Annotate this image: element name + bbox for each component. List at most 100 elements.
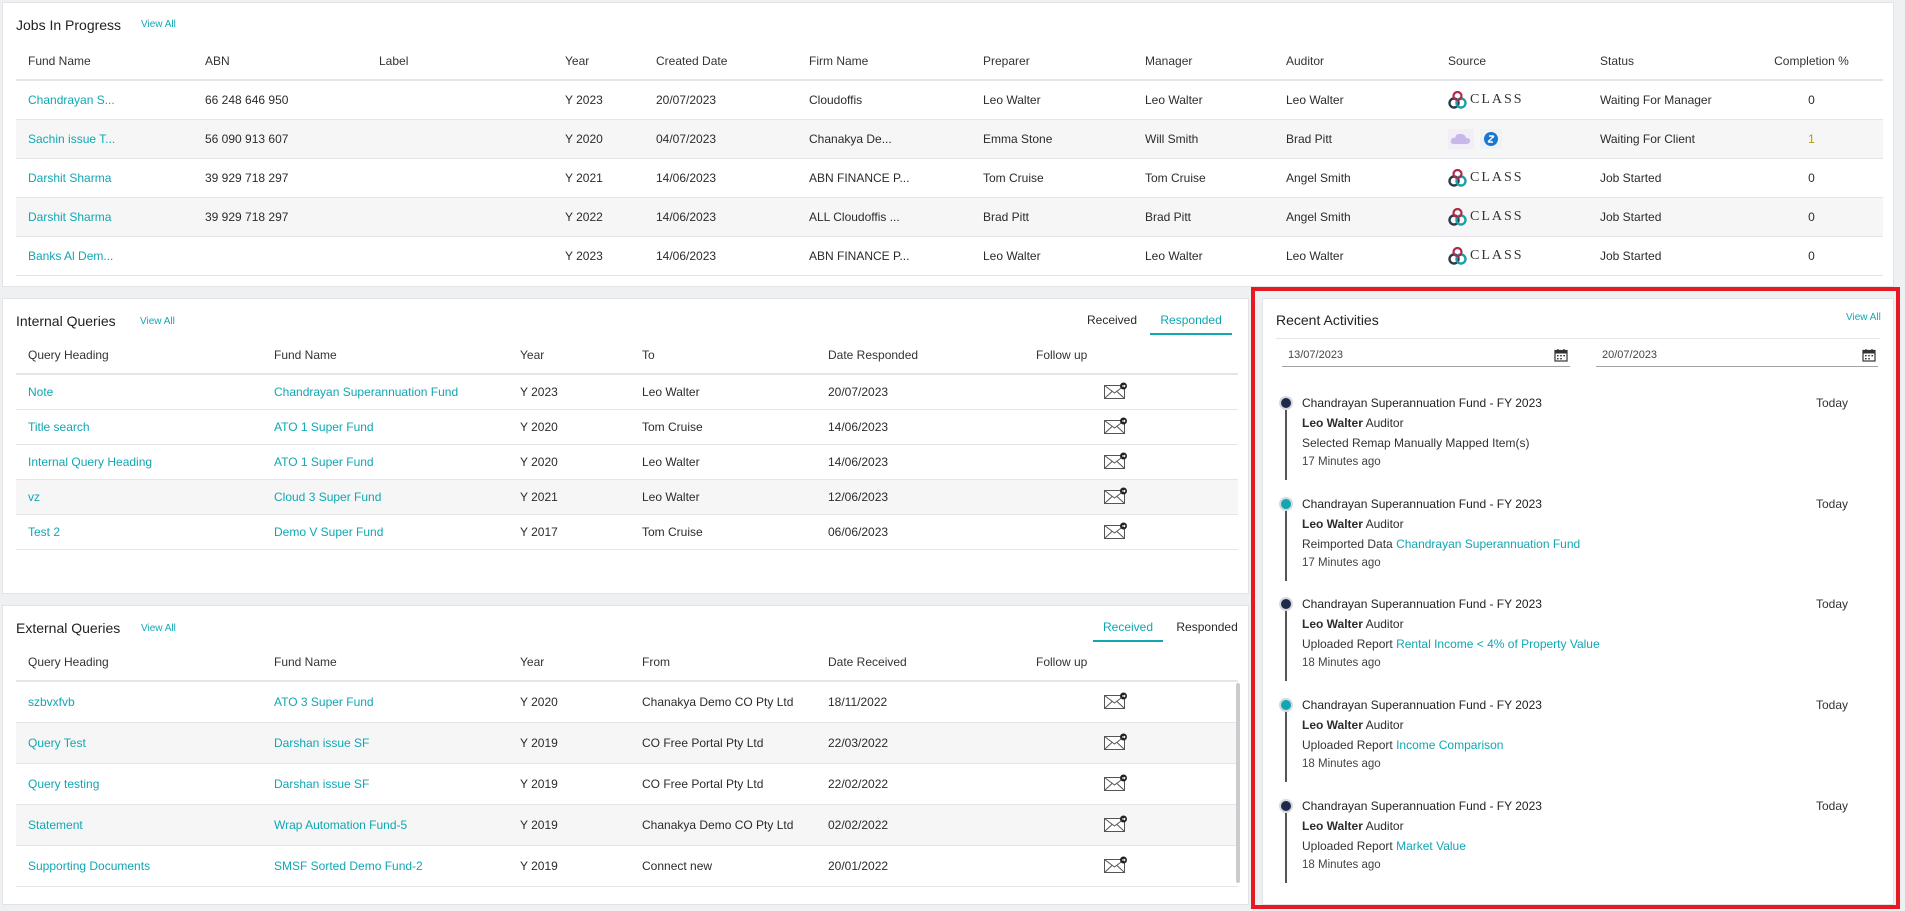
query-fund-link[interactable]: Darshan issue SF: [262, 722, 508, 764]
internal-query-row[interactable]: vz Cloud 3 Super Fund Y 2021 Leo Walter 12/0…: [16, 479, 1238, 515]
query-heading-link[interactable]: Statement: [16, 804, 262, 846]
envelope-follow-up-icon[interactable]: [1104, 452, 1128, 469]
internal-query-row[interactable]: Test 2 Demo V Super Fund Y 2017 Tom Cruise 0…: [16, 514, 1238, 550]
jobs-table-row[interactable]: Chandrayan S... 66 248 646 950 Y 2023 20/07…: [16, 80, 1883, 120]
internal-query-row[interactable]: Title search ATO 1 Super Fund Y 2020 Tom Cr…: [16, 409, 1238, 445]
internal-col-header: Follow up: [1024, 337, 1238, 375]
query-fund-link[interactable]: ATO 1 Super Fund: [262, 409, 508, 445]
fund-name-link[interactable]: Banks Al Dem...: [16, 236, 193, 276]
date-from-field[interactable]: 13/07/2023: [1282, 345, 1570, 367]
fund-name-link[interactable]: Chandrayan S...: [16, 80, 193, 120]
jobs-manager-cell: Brad Pitt: [1133, 197, 1274, 237]
activity-link[interactable]: Chandrayan Superannuation Fund: [1396, 537, 1580, 551]
jobs-firm-cell: Cloudoffis: [797, 80, 971, 120]
jobs-view-all-link[interactable]: View All: [141, 19, 176, 30]
date-to-field[interactable]: 20/07/2023: [1596, 345, 1878, 367]
external-query-row[interactable]: Query testing Darshan issue SF Y 2019 CO Fr…: [16, 763, 1238, 805]
external-tab-received[interactable]: Received: [1093, 620, 1164, 642]
query-date: 22/02/2022: [816, 763, 1024, 805]
jobs-year-cell: Y 2021: [553, 158, 644, 198]
envelope-follow-up-icon[interactable]: [1104, 487, 1128, 504]
activity-user-line: Leo Walter Auditor: [1302, 517, 1872, 537]
follow-up-cell: [1024, 444, 1238, 480]
jobs-table-row[interactable]: Banks Al Dem... Y 2023 14/06/2023 ABN FINAN…: [16, 236, 1883, 276]
fund-name-link[interactable]: Sachin issue T...: [16, 119, 193, 159]
query-fund-link[interactable]: Wrap Automation Fund-5: [262, 804, 508, 846]
external-query-row[interactable]: Statement Wrap Automation Fund-5 Y 2019 Cha…: [16, 804, 1238, 846]
query-fund-link[interactable]: Demo V Super Fund: [262, 514, 508, 550]
query-heading-link[interactable]: Title search: [16, 409, 262, 445]
activity-time: 17 Minutes ago: [1302, 456, 1381, 468]
query-heading-link[interactable]: Note: [16, 374, 262, 410]
activity-action-line: Uploaded Report Rental Income < 4% of Pr…: [1302, 637, 1872, 657]
envelope-follow-up-icon[interactable]: [1104, 733, 1128, 750]
internal-query-row[interactable]: Note Chandrayan Superannuation Fund Y 2023…: [16, 374, 1238, 410]
query-heading-link[interactable]: Internal Query Heading: [16, 444, 262, 480]
activity-fund-title: Chandrayan Superannuation Fund - FY 2023: [1302, 497, 1542, 511]
activity-link[interactable]: Market Value: [1396, 839, 1466, 853]
activity-time: 18 Minutes ago: [1302, 758, 1381, 770]
query-fund-link[interactable]: ATO 3 Super Fund: [262, 681, 508, 723]
jobs-table-row[interactable]: Darshit Sharma 39 929 718 297 Y 2022 14/06/…: [16, 197, 1883, 237]
query-fund-link[interactable]: SMSF Sorted Demo Fund-2: [262, 845, 508, 887]
activity-user-line: Leo Walter Auditor: [1302, 617, 1872, 637]
jobs-col-header: Auditor: [1274, 43, 1436, 81]
source-cell: CLASS: [1436, 158, 1588, 198]
query-year: Y 2021: [508, 479, 630, 515]
timeline-line: [1285, 611, 1287, 681]
envelope-follow-up-icon[interactable]: [1104, 692, 1128, 709]
query-heading-link[interactable]: Query testing: [16, 763, 262, 805]
internal-query-row[interactable]: Internal Query Heading ATO 1 Super Fund Y …: [16, 444, 1238, 480]
activity-link[interactable]: Rental Income < 4% of Property Value: [1396, 637, 1600, 651]
jobs-abn-cell: 66 248 646 950: [193, 80, 367, 120]
internal-tab-received[interactable]: Received: [1077, 313, 1147, 333]
external-query-row[interactable]: szbvxfvb ATO 3 Super Fund Y 2020 Chanakya D…: [16, 681, 1238, 723]
jobs-col-header: Year: [553, 43, 644, 81]
jobs-created-cell: 04/07/2023: [644, 119, 797, 159]
internal-queries-table: Query Heading Fund Name Year To Date Respond…: [16, 337, 1238, 550]
query-heading-link[interactable]: Supporting Documents: [16, 845, 262, 887]
jobs-firm-cell: ABN FINANCE P...: [797, 158, 971, 198]
fund-name-link[interactable]: Darshit Sharma: [16, 197, 193, 237]
external-query-row[interactable]: Supporting Documents SMSF Sorted Demo Fun…: [16, 845, 1238, 887]
query-heading-link[interactable]: szbvxfvb: [16, 681, 262, 723]
query-year: Y 2019: [508, 763, 630, 805]
jobs-preparer-cell: Tom Cruise: [971, 158, 1133, 198]
envelope-follow-up-icon[interactable]: [1104, 815, 1128, 832]
jobs-table-row[interactable]: Sachin issue T... 56 090 913 607 Y 2020 04/…: [16, 119, 1883, 159]
query-fund-link[interactable]: ATO 1 Super Fund: [262, 444, 508, 480]
query-fund-link[interactable]: Cloud 3 Super Fund: [262, 479, 508, 515]
query-heading-link[interactable]: Query Test: [16, 722, 262, 764]
query-heading-link[interactable]: vz: [16, 479, 262, 515]
jobs-title: Jobs In Progress: [16, 17, 122, 33]
external-view-all-link[interactable]: View All: [141, 623, 176, 634]
query-heading-link[interactable]: Test 2: [16, 514, 262, 550]
envelope-follow-up-icon[interactable]: [1104, 856, 1128, 873]
external-tab-responded[interactable]: Responded: [1166, 620, 1247, 640]
activity-user-role: Auditor: [1365, 617, 1404, 631]
envelope-follow-up-icon[interactable]: [1104, 382, 1128, 399]
jobs-col-header: Label: [367, 43, 553, 81]
jobs-col-header: Status: [1588, 43, 1728, 81]
activity-day: Today: [1815, 497, 1848, 511]
activities-view-all-link[interactable]: View All: [1846, 312, 1881, 323]
query-fund-link[interactable]: Chandrayan Superannuation Fund: [262, 374, 508, 410]
calendar-icon[interactable]: [1862, 348, 1876, 362]
external-col-header: From: [630, 644, 816, 682]
jobs-preparer-cell: Leo Walter: [971, 236, 1133, 276]
timeline-dot: [1281, 700, 1291, 710]
external-scrollbar[interactable]: [1236, 683, 1240, 883]
query-fund-link[interactable]: Darshan issue SF: [262, 763, 508, 805]
activity-link[interactable]: Income Comparison: [1396, 738, 1503, 752]
calendar-icon[interactable]: [1554, 348, 1568, 362]
envelope-follow-up-icon[interactable]: [1104, 522, 1128, 539]
internal-tab-responded[interactable]: Responded: [1150, 313, 1232, 335]
external-query-row[interactable]: Query Test Darshan issue SF Y 2019 CO Free …: [16, 722, 1238, 764]
envelope-follow-up-icon[interactable]: [1104, 774, 1128, 791]
jobs-table-row[interactable]: Darshit Sharma 39 929 718 297 Y 2021 14/06/…: [16, 158, 1883, 198]
envelope-follow-up-icon[interactable]: [1104, 417, 1128, 434]
activity-user-name: Leo Walter: [1302, 819, 1363, 833]
fund-name-link[interactable]: Darshit Sharma: [16, 158, 193, 198]
jobs-col-header: Preparer: [971, 43, 1133, 81]
internal-view-all-link[interactable]: View All: [140, 316, 175, 327]
